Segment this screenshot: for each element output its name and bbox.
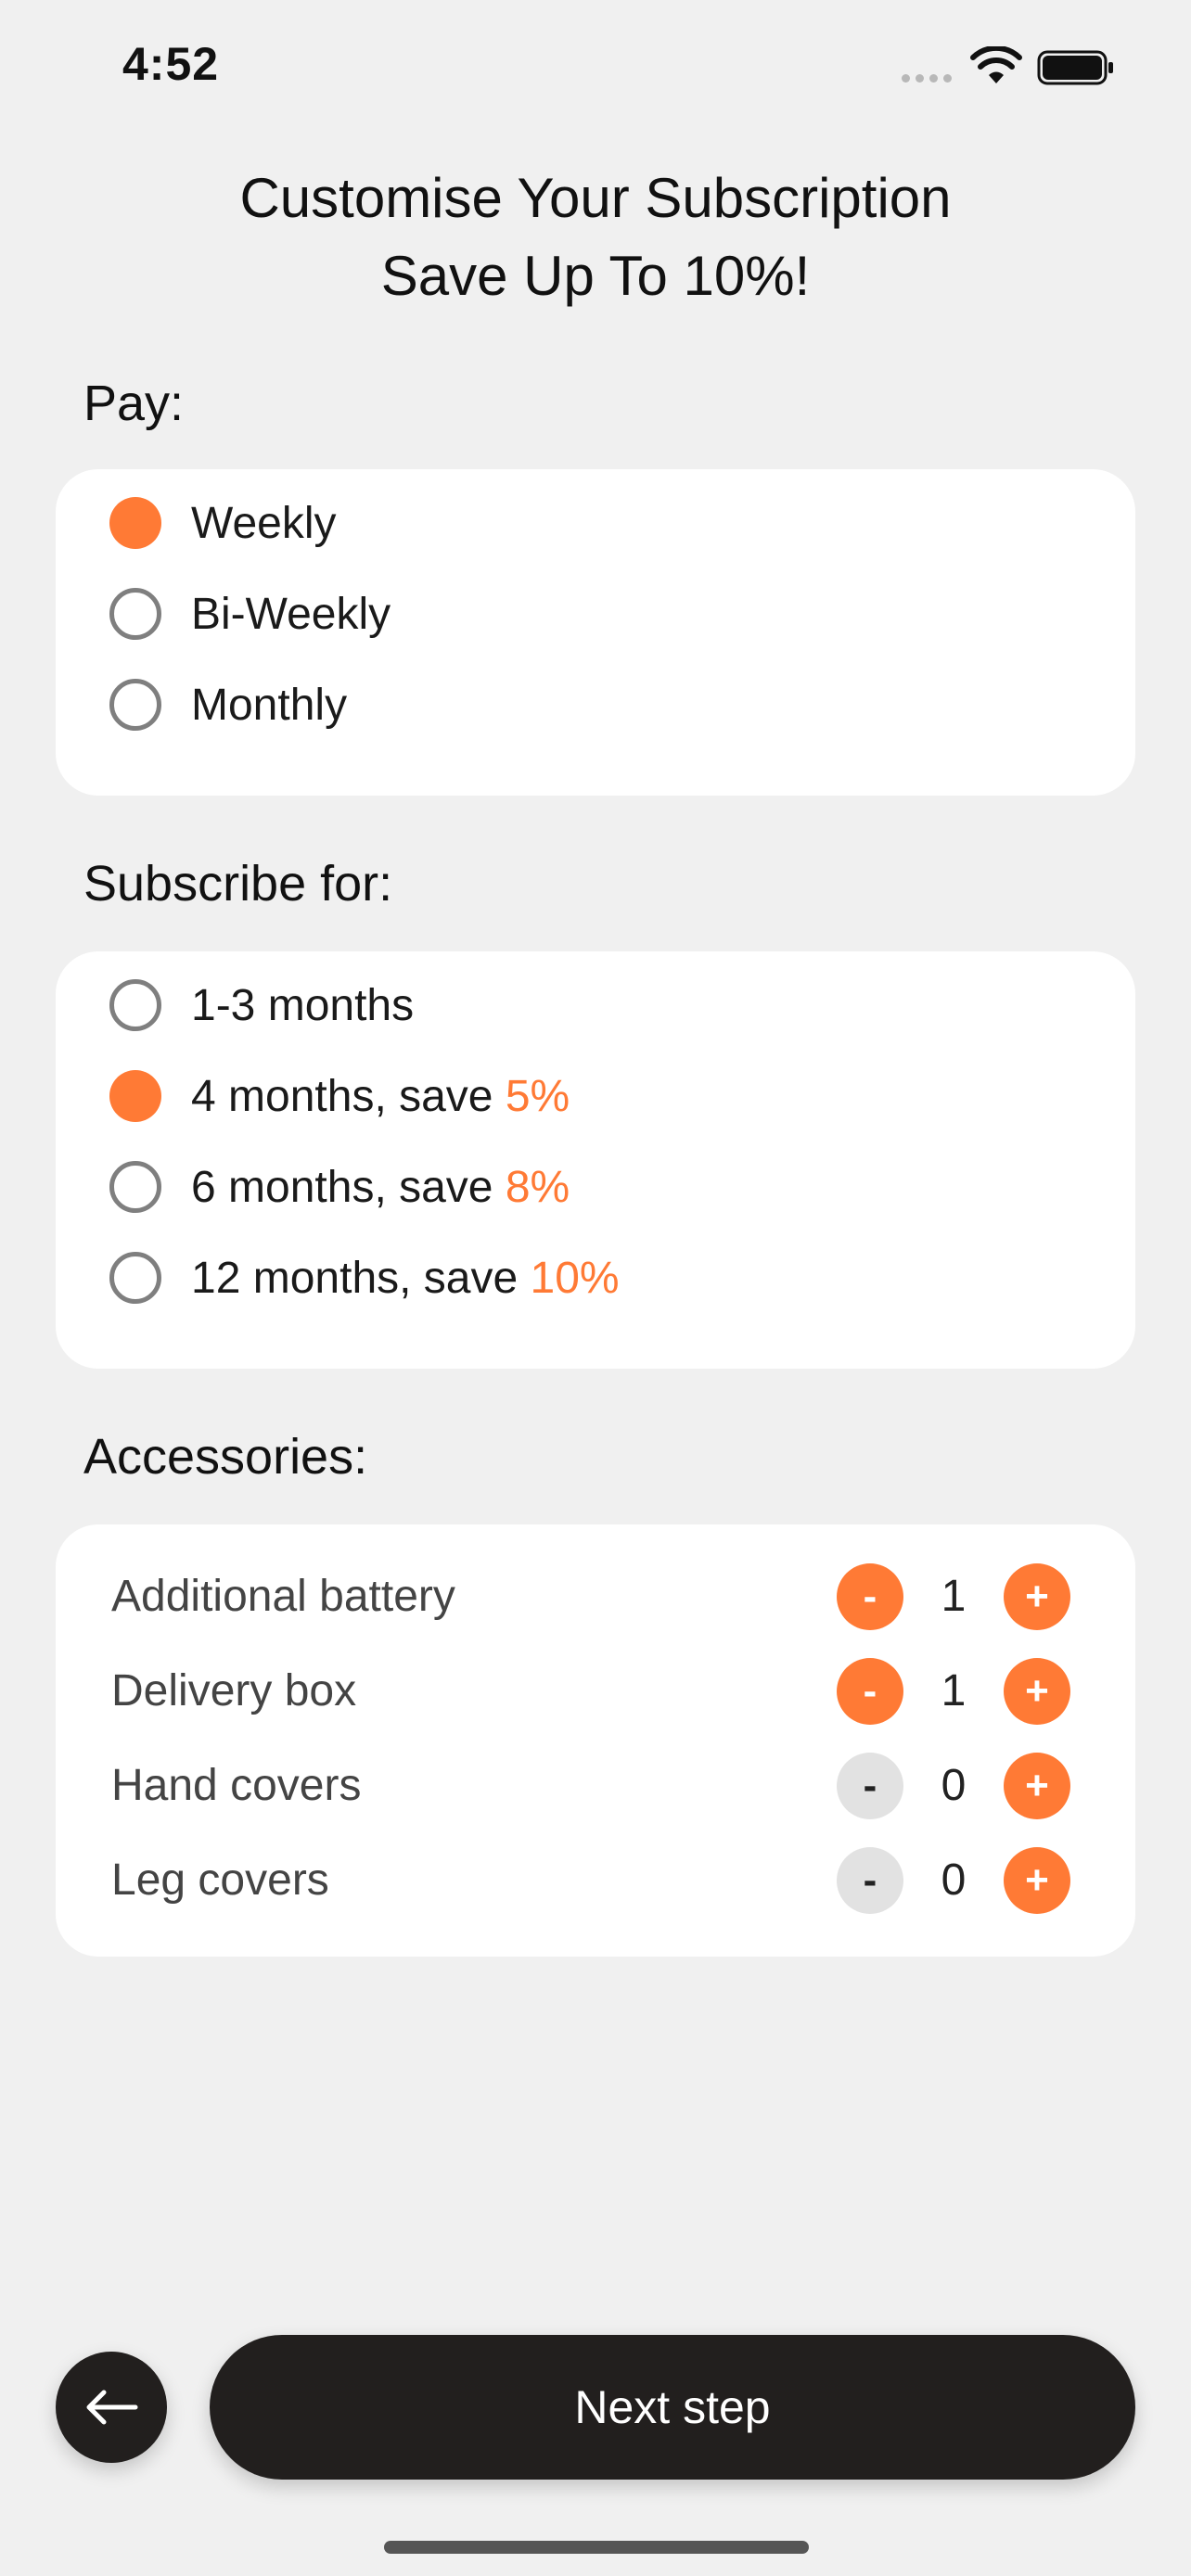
cellular-signal-icon: [902, 74, 952, 83]
pay-option-bi-weekly[interactable]: Bi-Weekly: [109, 584, 391, 644]
decrement-button[interactable]: -: [837, 1847, 903, 1914]
page-title-line-1: Customise Your Subscription: [239, 167, 952, 229]
radio-unselected-icon[interactable]: [109, 679, 161, 731]
decrement-button[interactable]: -: [837, 1753, 903, 1819]
subscribe-option-label: 1-3 months: [191, 980, 415, 1030]
subscribe-option-6-months[interactable]: 6 months, save 8%: [109, 1157, 570, 1217]
decrement-button[interactable]: -: [837, 1563, 903, 1630]
radio-unselected-icon[interactable]: [109, 1252, 161, 1304]
page-title-line-2: Save Up To 10%!: [380, 245, 811, 307]
subscribe-option-label: 4 months, save 5%: [191, 1071, 570, 1121]
save-percent: 5%: [505, 1071, 570, 1121]
accessory-quantity: 0: [941, 1855, 967, 1905]
radio-unselected-icon[interactable]: [109, 979, 161, 1031]
pay-options-card: Weekly Bi-Weekly Monthly: [56, 469, 1135, 796]
pay-option-weekly[interactable]: Weekly: [109, 493, 337, 553]
subscribe-section-label: Subscribe for:: [83, 856, 393, 912]
accessory-row-hand-covers: Hand covers - 0 +: [56, 1749, 1135, 1823]
accessory-name: Leg covers: [111, 1855, 329, 1905]
save-percent: 8%: [505, 1162, 570, 1212]
next-step-button[interactable]: Next step: [210, 2335, 1135, 2480]
decrement-button[interactable]: -: [837, 1658, 903, 1725]
accessory-quantity: 1: [941, 1572, 967, 1621]
increment-button[interactable]: +: [1004, 1658, 1070, 1725]
increment-button[interactable]: +: [1004, 1753, 1070, 1819]
accessories-section-label: Accessories:: [83, 1429, 368, 1485]
accessory-row-additional-battery: Additional battery - 1 +: [56, 1560, 1135, 1634]
accessory-quantity: 0: [941, 1761, 967, 1810]
radio-unselected-icon[interactable]: [109, 1161, 161, 1213]
accessories-card: Additional battery - 1 + Delivery box - …: [56, 1524, 1135, 1957]
pay-section-label: Pay:: [83, 376, 185, 431]
save-percent: 10%: [530, 1253, 620, 1303]
accessory-name: Additional battery: [111, 1572, 455, 1621]
radio-selected-icon[interactable]: [109, 1070, 161, 1122]
radio-unselected-icon[interactable]: [109, 588, 161, 640]
subscribe-option-12-months[interactable]: 12 months, save 10%: [109, 1248, 620, 1307]
back-button[interactable]: [56, 2352, 167, 2463]
radio-selected-icon[interactable]: [109, 497, 161, 549]
pay-option-monthly[interactable]: Monthly: [109, 675, 347, 734]
subscribe-option-label: 12 months, save 10%: [191, 1253, 620, 1303]
subscribe-option-4-months[interactable]: 4 months, save 5%: [109, 1066, 570, 1126]
status-bar: 4:52: [0, 0, 1191, 139]
status-time: 4:52: [122, 38, 220, 90]
home-indicator[interactable]: [384, 2541, 809, 2554]
accessory-row-delivery-box: Delivery box - 1 +: [56, 1654, 1135, 1728]
increment-button[interactable]: +: [1004, 1563, 1070, 1630]
accessory-name: Hand covers: [111, 1761, 362, 1810]
accessory-quantity: 1: [941, 1666, 967, 1715]
increment-button[interactable]: +: [1004, 1847, 1070, 1914]
accessory-name: Delivery box: [111, 1666, 357, 1715]
battery-icon: [1037, 50, 1113, 85]
pay-option-label: Weekly: [191, 498, 337, 548]
pay-option-label: Monthly: [191, 680, 348, 730]
accessory-row-leg-covers: Leg covers - 0 +: [56, 1843, 1135, 1918]
subscribe-option-1-3-months[interactable]: 1-3 months: [109, 976, 414, 1035]
subscribe-options-card: 1-3 months 4 months, save 5% 6 months, s…: [56, 951, 1135, 1369]
arrow-left-icon: [86, 2390, 138, 2425]
pay-option-label: Bi-Weekly: [191, 589, 391, 639]
page-title: Customise Your Subscription Save Up To 1…: [0, 159, 1191, 315]
subscribe-option-label: 6 months, save 8%: [191, 1162, 570, 1212]
wifi-icon: [970, 46, 1022, 83]
